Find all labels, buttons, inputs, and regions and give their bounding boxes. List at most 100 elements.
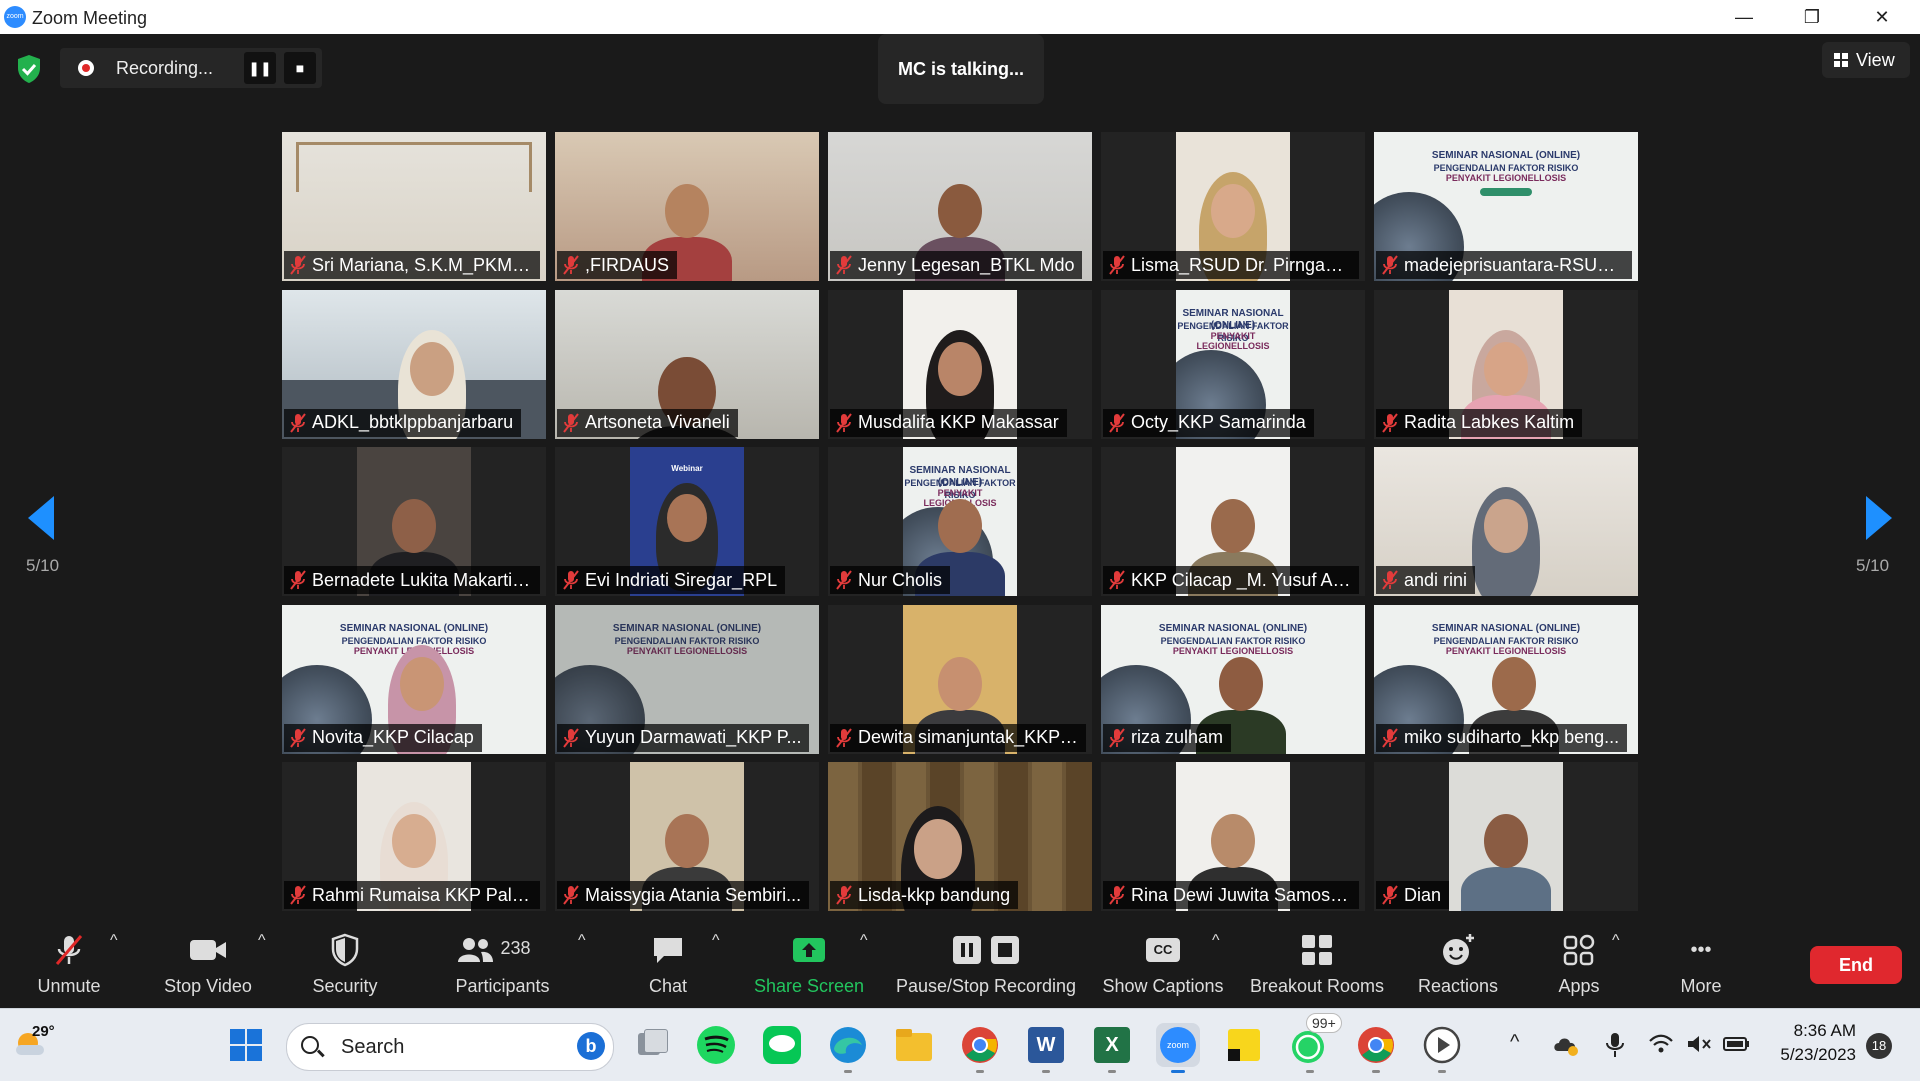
participant-tile[interactable]: SEMINAR NASIONAL (ONLINE) PENGENDALIAN FA… [1101,289,1365,439]
meeting-toolbar: Unmute ^ Stop Video ^ Security 238 Parti… [0,924,1920,1008]
participant-name: Bernadete Lukita Makarti,... [312,569,532,590]
participant-name-label: Rahmi Rumaisa KKP Pala... [284,881,540,909]
participant-tile[interactable]: ,FIRDAUS [555,132,819,281]
participant-name: Dewita simanjuntak_KKP ... [858,727,1078,747]
participant-tile[interactable]: SEMINAR NASIONAL (ONLINE) PENGENDALIAN FA… [555,604,819,754]
participants-options-caret[interactable]: ^ [578,932,586,950]
restore-button[interactable]: ❐ [1792,4,1832,30]
excel-icon[interactable]: X [1090,1023,1134,1073]
bing-icon[interactable]: b [577,1032,605,1060]
audio-options-caret[interactable]: ^ [110,932,118,950]
muted-mic-icon [1382,727,1398,748]
chat-options-caret[interactable]: ^ [712,932,720,950]
participant-tile[interactable]: Sri Mariana, S.K.M_PKM S... [282,132,546,281]
windows-start-icon[interactable] [230,1029,262,1061]
onedrive-cloud-icon[interactable] [1552,1033,1580,1057]
encryption-shield-icon[interactable] [16,54,42,84]
participants-button[interactable]: 238 Participants [450,932,555,997]
more-button[interactable]: ••• More [1672,932,1730,997]
participant-tile[interactable]: SEMINAR NASIONAL (ONLINE) PENGENDALIAN FA… [1374,604,1638,754]
participant-name: ,FIRDAUS [585,254,670,275]
next-page-arrow-icon[interactable] [1866,496,1892,540]
zoom-taskbar-icon[interactable]: zoom [1156,1023,1200,1073]
end-meeting-button[interactable]: End [1810,946,1902,984]
media-player-icon[interactable] [1420,1023,1464,1073]
participant-tile[interactable]: Lisda-kkp bandung [828,762,1092,911]
talking-indicator: MC is talking... [878,34,1044,104]
wifi-icon[interactable] [1648,1033,1674,1055]
battery-icon[interactable] [1722,1033,1752,1055]
participant-name-label: Dian [1376,881,1450,909]
pause-stop-recording-button[interactable]: Pause/Stop Recording [894,932,1078,997]
participant-tile[interactable]: SEMINAR NASIONAL (ONLINE) PENGENDALIAN FA… [1374,132,1638,281]
share-screen-button[interactable]: Share Screen [754,932,864,997]
participant-tile[interactable]: Dian [1374,762,1638,911]
participant-grid: Sri Mariana, S.K.M_PKM S... ,FIRDAUS Jenny… [282,132,1640,911]
participant-tile[interactable]: SEMINAR NASIONAL (ONLINE) PENGENDALIAN FA… [1101,604,1365,754]
speaker-muted-icon[interactable] [1686,1033,1712,1055]
stop-recording-button[interactable]: ■ [284,52,316,84]
microphone-tray-icon[interactable] [1604,1031,1626,1059]
word-icon[interactable]: W [1024,1023,1068,1073]
spotify-icon[interactable] [694,1023,738,1067]
chat-button[interactable]: Chat [640,932,696,997]
show-captions-button[interactable]: CC Show Captions [1100,932,1226,997]
edge-browser-icon[interactable] [826,1023,870,1073]
pause-recording-button[interactable]: ❚❚ [244,52,276,84]
grid-view-icon [1834,53,1848,67]
participant-name-label: Octy_KKP Samarinda [1103,408,1314,437]
stop-video-button[interactable]: Stop Video [158,932,258,997]
file-explorer-icon[interactable] [892,1023,936,1067]
participant-name-label: Novita_KKP Cilacap [284,723,482,752]
close-button[interactable]: ✕ [1862,4,1902,30]
participant-tile[interactable]: Webinar Evi Indriati Siregar_RPL [555,447,819,596]
captions-options-caret[interactable]: ^ [1212,932,1220,950]
participant-tile[interactable]: ADKL_bbtklppbanjarbaru [282,289,546,439]
participant-name-label: KKP Cilacap _M. Yusuf Ar... [1103,566,1359,594]
muted-mic-icon [1109,885,1125,905]
participant-name-label: ,FIRDAUS [557,251,678,279]
show-hidden-icons-chevron[interactable]: ^ [1510,1031,1519,1054]
participant-tile[interactable]: Maissygia Atania Sembiri... [555,762,819,911]
apps-button[interactable]: Apps [1554,932,1604,997]
video-options-caret[interactable]: ^ [258,932,266,950]
participant-tile[interactable]: KKP Cilacap _M. Yusuf Ar... [1101,447,1365,596]
participant-tile[interactable]: Musdalifa KKP Makassar [828,289,1092,439]
participant-tile[interactable]: Dewita simanjuntak_KKP ... [828,604,1092,754]
participant-name-label: Lisda-kkp bandung [830,881,1019,909]
participant-tile[interactable]: Jenny Legesan_BTKL Mdo [828,132,1092,281]
chrome-profile-icon[interactable] [1354,1023,1398,1073]
notification-count-badge[interactable]: 18 [1866,1033,1892,1059]
breakout-rooms-button[interactable]: Breakout Rooms [1246,932,1388,997]
task-view-icon[interactable] [630,1023,674,1067]
view-button[interactable]: View [1822,42,1910,78]
security-button[interactable]: Security [305,932,385,997]
line-app-icon[interactable] [760,1023,804,1067]
recording-label: Recording... [116,58,214,78]
participant-name-label: Sri Mariana, S.K.M_PKM S... [284,251,540,279]
participant-tile[interactable]: Artsoneta Vivaneli [555,289,819,439]
previous-page-arrow-icon[interactable] [28,496,54,540]
participant-tile[interactable]: andi rini [1374,447,1638,596]
participant-tile[interactable]: Rahmi Rumaisa KKP Pala... [282,762,546,911]
participant-tile[interactable]: Bernadete Lukita Makarti,... [282,447,546,596]
share-screen-icon [791,932,827,968]
unmute-button[interactable]: Unmute [28,932,110,997]
taskbar-search-box[interactable]: Search b [286,1023,614,1071]
participant-tile[interactable]: Lisma_RSUD Dr. Pirngadi ... [1101,132,1365,281]
participant-tile[interactable]: SEMINAR NASIONAL (ONLINE) PENGENDALIAN FA… [282,604,546,754]
participant-name-label: madejeprisuantara-RSUD... [1376,251,1632,279]
participant-tile[interactable]: Radita Labkes Kaltim [1374,289,1638,439]
clock-date[interactable]: 5/23/2023 [1758,1045,1856,1065]
reactions-button[interactable]: Reactions [1412,932,1504,997]
share-options-caret[interactable]: ^ [860,932,868,950]
apps-options-caret[interactable]: ^ [1612,932,1620,950]
participant-tile[interactable]: SEMINAR NASIONAL (ONLINE) PENGENDALIAN FA… [828,447,1092,596]
sticky-notes-icon[interactable] [1222,1023,1266,1067]
minimize-button[interactable]: — [1724,4,1764,30]
chrome-icon[interactable] [958,1023,1002,1073]
participants-count: 238 [500,938,531,958]
clock-time[interactable]: 8:36 AM [1766,1021,1856,1041]
participant-name: miko sudiharto_kkp beng... [1404,727,1620,747]
participant-tile[interactable]: Rina Dewi Juwita Samosir... [1101,762,1365,911]
